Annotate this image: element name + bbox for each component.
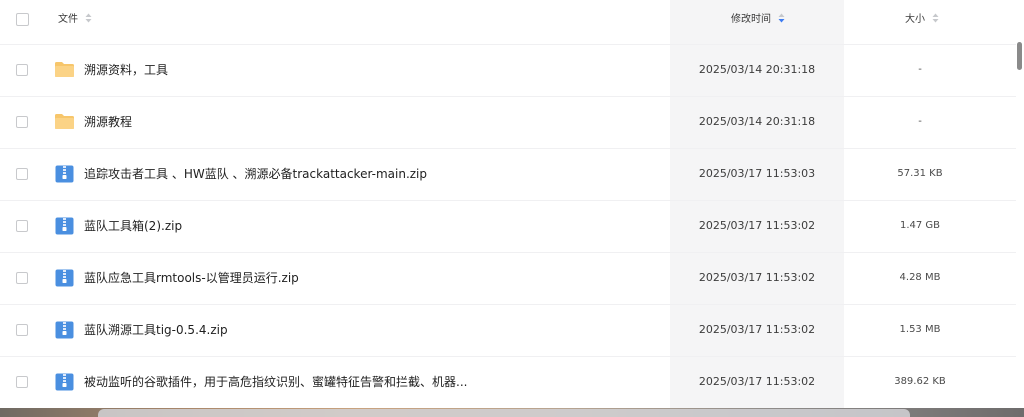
- zip-file-icon: [55, 269, 74, 287]
- folder-icon: [55, 114, 74, 129]
- row-checkbox[interactable]: [16, 376, 28, 388]
- row-checkbox[interactable]: [16, 272, 28, 284]
- modified-time: 2025/03/17 11:53:02: [698, 375, 816, 388]
- column-header-file-label: 文件: [58, 14, 78, 25]
- table-row[interactable]: 被动监听的谷歌插件，用于高危指纹识别、蜜罐特征告警和拦截、机器... 2025/…: [0, 356, 1016, 408]
- zip-file-icon: [55, 165, 74, 183]
- row-checkbox[interactable]: [16, 116, 28, 128]
- row-checkbox[interactable]: [16, 220, 28, 232]
- modified-time: 2025/03/14 20:31:18: [698, 115, 816, 128]
- file-size: -: [918, 64, 922, 75]
- file-size: -: [918, 116, 922, 127]
- modified-time: 2025/03/17 11:53:02: [698, 323, 816, 336]
- column-header-file[interactable]: 文件: [58, 13, 92, 27]
- dock: [98, 409, 910, 417]
- file-name[interactable]: 蓝队溯源工具tig-0.5.4.zip: [84, 322, 228, 338]
- table-row[interactable]: 溯源教程 2025/03/14 20:31:18 -: [0, 96, 1016, 149]
- modified-time: 2025/03/17 11:53:02: [698, 271, 816, 284]
- zip-file-icon: [55, 217, 74, 235]
- table-row[interactable]: 溯源资料，工具 2025/03/14 20:31:18 -: [0, 44, 1016, 97]
- file-list-view: 文件 修改时间 大小 溯源资料，工具 2025/03/14 20:31:18 -…: [0, 0, 1024, 417]
- file-name[interactable]: 溯源教程: [84, 114, 132, 130]
- file-name[interactable]: 追踪攻击者工具 、HW蓝队 、溯源必备trackattacker-main.zi…: [84, 166, 427, 182]
- sort-icon[interactable]: [778, 13, 785, 23]
- file-name[interactable]: 蓝队工具箱(2).zip: [84, 218, 182, 234]
- file-size: 1.53 MB: [899, 324, 941, 335]
- row-checkbox[interactable]: [16, 324, 28, 336]
- modified-time: 2025/03/17 11:53:03: [698, 167, 816, 180]
- vertical-scrollbar[interactable]: [1016, 0, 1024, 410]
- column-header-size[interactable]: 大小: [905, 13, 939, 27]
- table-row[interactable]: 蓝队应急工具rmtools-以管理员运行.zip 2025/03/17 11:5…: [0, 252, 1016, 305]
- sort-icon[interactable]: [932, 13, 939, 23]
- select-all-checkbox[interactable]: [16, 13, 29, 26]
- column-header-time[interactable]: 修改时间: [731, 13, 785, 27]
- column-header-time-label: 修改时间: [731, 14, 771, 25]
- modified-time: 2025/03/17 11:53:02: [698, 219, 816, 232]
- zip-file-icon: [55, 373, 74, 391]
- sort-icon[interactable]: [85, 13, 92, 23]
- file-size: 389.62 KB: [894, 376, 946, 387]
- table-row[interactable]: 蓝队工具箱(2).zip 2025/03/17 11:53:02 1.47 GB: [0, 200, 1016, 253]
- file-size: 1.47 GB: [899, 220, 941, 231]
- column-header-size-label: 大小: [905, 14, 925, 25]
- file-name[interactable]: 蓝队应急工具rmtools-以管理员运行.zip: [84, 270, 299, 286]
- zip-file-icon: [55, 321, 74, 339]
- file-name[interactable]: 被动监听的谷歌插件，用于高危指纹识别、蜜罐特征告警和拦截、机器...: [84, 374, 467, 390]
- table-row[interactable]: 蓝队溯源工具tig-0.5.4.zip 2025/03/17 11:53:02 …: [0, 304, 1016, 357]
- scrollbar-thumb[interactable]: [1017, 42, 1022, 70]
- folder-icon: [55, 62, 74, 77]
- table-row[interactable]: 追踪攻击者工具 、HW蓝队 、溯源必备trackattacker-main.zi…: [0, 148, 1016, 201]
- table-header: 文件 修改时间 大小: [0, 0, 1016, 45]
- row-checkbox[interactable]: [16, 64, 28, 76]
- row-checkbox[interactable]: [16, 168, 28, 180]
- file-size: 4.28 MB: [899, 272, 941, 283]
- file-name[interactable]: 溯源资料，工具: [84, 62, 168, 78]
- modified-time: 2025/03/14 20:31:18: [698, 63, 816, 76]
- file-size: 57.31 KB: [897, 168, 943, 179]
